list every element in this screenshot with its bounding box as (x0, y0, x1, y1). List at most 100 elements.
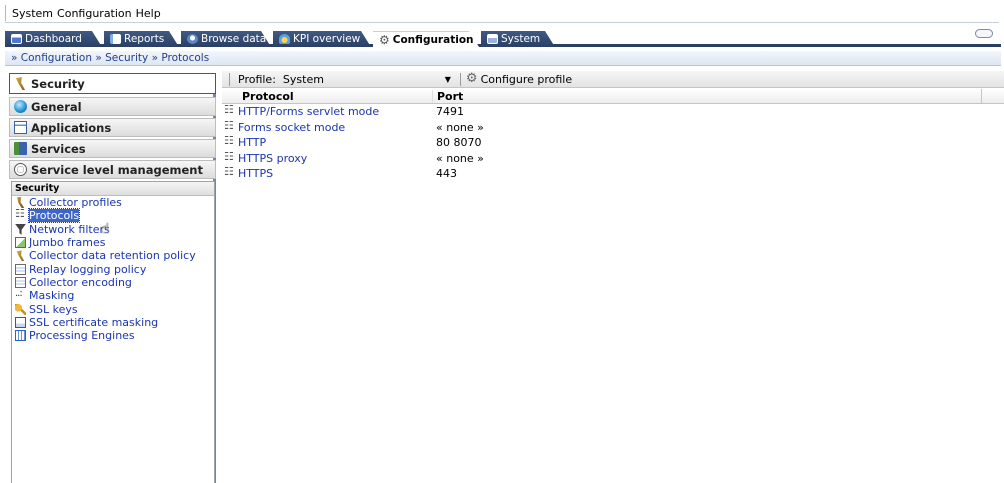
protocols-table: Protocol Port HTTP/Forms servlet mode 74… (222, 88, 1004, 182)
nav-item-jumbo-frames[interactable]: Jumbo frames (12, 236, 214, 249)
table-row[interactable]: HTTP/Forms servlet mode 7491 (222, 103, 1004, 120)
menu-configuration[interactable]: Configuration (57, 7, 132, 20)
nav-item-collector-encoding[interactable]: Collector encoding (12, 276, 214, 289)
retention-icon (16, 250, 25, 262)
menu-system[interactable]: System (12, 7, 53, 20)
masking-icon (15, 288, 26, 301)
protocol-cell[interactable]: Forms socket mode (222, 119, 436, 134)
breadcrumb-configuration[interactable]: Configuration (21, 52, 92, 64)
tab-system[interactable]: System (481, 31, 555, 47)
port-cell: « none » (436, 120, 484, 134)
nav-item-label: Replay logging policy (29, 262, 147, 276)
nav-item-label: Collector profiles (29, 196, 122, 210)
nav-item-label: Jumbo frames (29, 236, 106, 250)
column-header-port[interactable]: Port (432, 89, 981, 103)
dashboard-icon (11, 34, 22, 44)
protocol-name: Forms socket mode (238, 120, 346, 134)
tab-browse-data[interactable]: Browse data (181, 31, 271, 47)
tab-kpi-overview[interactable]: KPI overview (273, 31, 371, 47)
nav-item-label: Protocols (27, 208, 81, 224)
configure-profile-label: Configure profile (480, 72, 573, 86)
sidebar-category-security[interactable]: Security (9, 73, 216, 94)
column-header-protocol[interactable]: Protocol (222, 90, 432, 103)
certificate-icon (15, 316, 26, 328)
nav-item-label: Processing Engines (29, 329, 135, 343)
sidebar-category-services[interactable]: Services (9, 139, 216, 158)
tab-bar: Dashboard Reports Browse data KPI overvi… (5, 29, 1001, 47)
applications-icon (14, 121, 27, 134)
category-label: Security (31, 76, 85, 91)
menu-divider (5, 22, 999, 23)
nav-item-masking[interactable]: Masking (12, 288, 214, 302)
sidebar-category-applications[interactable]: Applications (9, 118, 216, 137)
tab-dashboard[interactable]: Dashboard (5, 31, 102, 47)
network-icon (224, 103, 235, 117)
breadcrumb-separator: » (11, 52, 18, 64)
toolbar-separator (459, 72, 461, 86)
category-label: General (31, 99, 82, 114)
network-icon (224, 134, 235, 148)
category-label: Applications (31, 120, 112, 135)
tab-reports[interactable]: Reports (104, 31, 179, 47)
port-cell: 80 8070 (436, 136, 482, 150)
protocol-cell[interactable]: HTTP/Forms servlet mode (222, 103, 436, 119)
nav-item-label: Collector encoding (29, 275, 132, 289)
sidebar-category-service-level-management[interactable]: Service level management (9, 160, 216, 179)
nav-item-ssl-certificate-masking[interactable]: SSL certificate masking (12, 316, 214, 329)
configure-profile-button[interactable]: ⚙ Configure profile (466, 72, 573, 86)
globe-icon (14, 100, 27, 113)
protocol-name: HTTP/Forms servlet mode (238, 105, 380, 119)
profile-label: Profile: (238, 72, 276, 86)
tab-configuration[interactable]: ⚙ Configuration (373, 31, 479, 47)
profile-select-value: System (282, 72, 324, 86)
breadcrumb-security[interactable]: Security (105, 52, 148, 64)
breadcrumb-separator: » (151, 52, 159, 64)
port-cell: 443 (436, 167, 457, 181)
system-icon (487, 34, 498, 44)
protocol-name: HTTP (238, 136, 267, 150)
protocol-cell[interactable]: HTTPS (222, 165, 436, 181)
sidebar-category-general[interactable]: General (9, 97, 216, 116)
table-row[interactable]: Forms socket mode « none » (222, 119, 1004, 136)
security-nav-panel: Security Collector profiles Protocols Ne… (11, 181, 215, 483)
table-row[interactable]: HTTP 80 8070 (222, 134, 1004, 151)
nav-item-ssl-keys[interactable]: SSL keys (12, 302, 214, 316)
gear-icon: ⚙ (379, 32, 390, 47)
tab-label: System (501, 33, 541, 45)
nav-item-label: Collector data retention policy (29, 249, 196, 263)
tab-label: Configuration (392, 33, 474, 46)
protocol-cell[interactable]: HTTP (222, 134, 436, 150)
nav-section-title: Security (12, 182, 214, 196)
nav-item-collector-profiles[interactable]: Collector profiles (12, 196, 214, 209)
document-icon (15, 263, 26, 275)
column-header-filler (981, 88, 1004, 104)
protocol-name: HTTPS proxy (238, 151, 308, 165)
protocol-name: HTTPS (238, 167, 274, 181)
clock-icon (14, 163, 27, 176)
menu-bar: System Configuration Help (0, 0, 1004, 23)
nav-item-data-retention-policy[interactable]: Collector data retention policy (12, 249, 214, 262)
key-icon (15, 303, 26, 315)
table-header: Protocol Port (222, 88, 1004, 104)
network-icon (224, 150, 235, 164)
protocol-cell[interactable]: HTTPS proxy (222, 150, 436, 165)
tab-label: Browse data (201, 33, 267, 45)
profile-toolbar: Profile: System ▼ ⚙ Configure profile (222, 71, 1004, 88)
nav-item-replay-logging-policy[interactable]: Replay logging policy (12, 262, 214, 276)
window-toggle-button[interactable] (975, 29, 993, 38)
breadcrumb: » Configuration » Security » Protocols (5, 51, 1001, 66)
nav-item-processing-engines[interactable]: Processing Engines (12, 329, 214, 342)
menu-help[interactable]: Help (136, 7, 161, 20)
category-label: Services (31, 141, 86, 156)
tab-label: KPI overview (293, 33, 361, 45)
breadcrumb-protocols[interactable]: Protocols (161, 52, 209, 64)
nav-item-protocols[interactable]: Protocols (12, 207, 214, 224)
network-icon (15, 207, 26, 221)
tab-label: Reports (124, 33, 165, 45)
table-row[interactable]: HTTPS proxy « none » (222, 150, 1004, 167)
network-icon (224, 119, 235, 133)
nav-item-network-filters[interactable]: Network filters (12, 223, 214, 236)
profile-select[interactable]: System ▼ (280, 72, 454, 86)
table-row[interactable]: HTTPS 443 (222, 165, 1004, 182)
nav-item-label: SSL certificate masking (29, 315, 159, 329)
